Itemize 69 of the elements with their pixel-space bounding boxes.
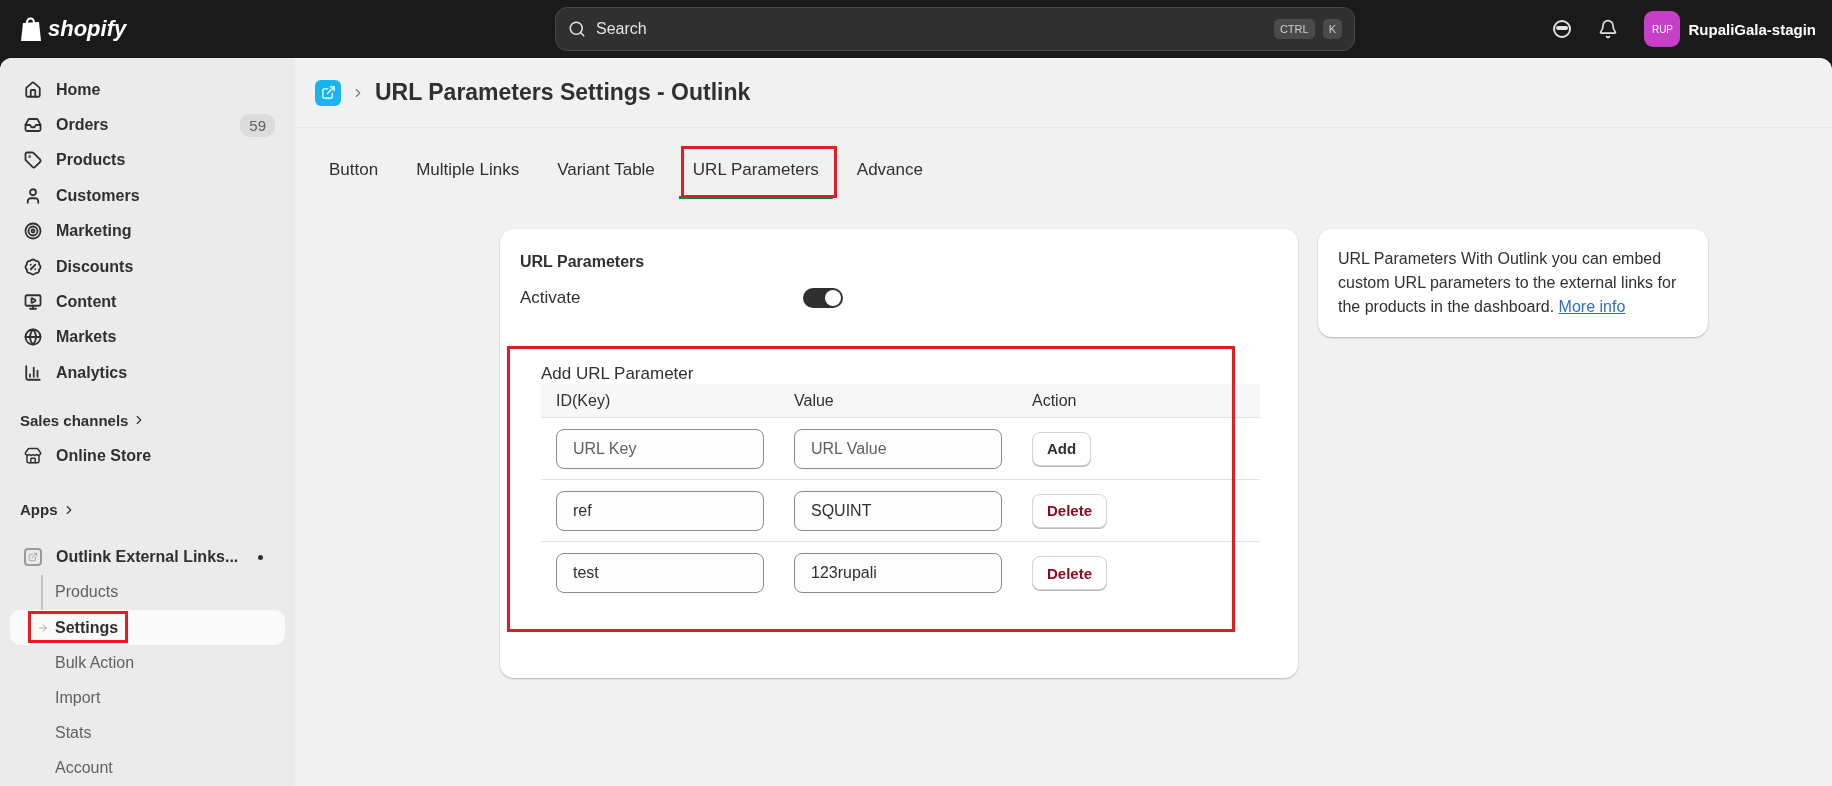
section-heading[interactable]: Sales channels: [10, 402, 285, 439]
tab[interactable]: URL Parameters: [678, 148, 833, 199]
app-icon: [24, 548, 42, 567]
column-header: Action: [1032, 391, 1078, 410]
nav-item[interactable]: Products: [10, 142, 285, 179]
globe-icon: [24, 328, 42, 347]
home-icon: [24, 80, 42, 99]
search-input[interactable]: Search: [594, 19, 1266, 39]
nav-item[interactable]: Markets: [10, 319, 285, 355]
nav-subitem[interactable]: Account: [10, 750, 285, 786]
info-text: URL Parameters With Outlink you can embed custom URL parameters to the external links for the products in the dashboard. More info: [1338, 249, 1678, 317]
section-heading[interactable]: Apps: [10, 491, 285, 528]
search-icon: [568, 20, 586, 38]
delete-button[interactable]: Delete: [1032, 556, 1108, 590]
nav-item[interactable]: Orders 59: [10, 107, 285, 143]
percent-badge-icon: [24, 257, 42, 276]
input-field[interactable]: 123rupali: [794, 553, 1002, 593]
search-field[interactable]: Search CTRL K: [555, 7, 1355, 51]
column-header: ID(Key): [556, 391, 612, 410]
input-field[interactable]: URL Key: [556, 428, 764, 469]
tag-icon: [24, 151, 42, 170]
person-icon: [24, 186, 42, 205]
toggle-label: Activate: [520, 288, 582, 308]
input-field[interactable]: SQUINT: [794, 490, 1002, 531]
input-field[interactable]: test: [556, 553, 764, 593]
store-name[interactable]: RupaliGala-stagin: [1688, 20, 1816, 38]
nav-subitem[interactable]: Stats: [10, 715, 285, 751]
input-field[interactable]: ref: [556, 490, 764, 531]
notifications-icon[interactable]: [1598, 19, 1619, 39]
add-button[interactable]: Add: [1032, 431, 1092, 466]
count-badge: 59: [240, 113, 275, 137]
tab[interactable]: Variant Table: [543, 148, 669, 199]
card-title: URL Parameters: [520, 253, 646, 271]
nav-item[interactable]: Content: [10, 284, 285, 320]
toggle-switch[interactable]: [803, 288, 843, 308]
tab[interactable]: Advance: [842, 148, 937, 199]
storefront-icon: [24, 446, 42, 465]
nav-item[interactable]: Home: [10, 72, 285, 108]
nav-subitem[interactable]: Bulk Action: [10, 645, 285, 681]
section-title: Add URL Parameter: [541, 364, 695, 384]
arrow-right-icon: [37, 621, 49, 634]
nav-subitem[interactable]: Products: [10, 574, 285, 611]
inbox-icon: [24, 116, 42, 135]
column-header: Value: [794, 391, 835, 410]
nav-item[interactable]: Customers: [10, 178, 285, 214]
shortcut-key: K: [1322, 19, 1342, 39]
input-field[interactable]: URL Value: [794, 428, 1002, 469]
nav-subitem[interactable]: Import: [10, 680, 285, 716]
tab[interactable]: Multiple Links: [402, 148, 534, 199]
status-dot: [258, 554, 263, 560]
page-title: URL Parameters Settings - Outlink: [375, 79, 751, 106]
delete-button[interactable]: Delete: [1032, 493, 1108, 528]
bar-chart-icon: [24, 363, 42, 382]
avatar[interactable]: RUP: [1644, 11, 1681, 47]
tree-line: [41, 574, 43, 611]
nav-item[interactable]: Online Store: [10, 438, 285, 474]
tab[interactable]: Button: [315, 148, 393, 199]
nav-item[interactable]: Discounts: [10, 248, 285, 285]
logo[interactable]: shopify: [48, 16, 127, 42]
shopping-bag-icon: [20, 16, 42, 42]
nav-item[interactable]: Marketing: [10, 213, 285, 249]
nav-item[interactable]: Analytics: [10, 355, 285, 391]
more-info-link[interactable]: More info: [1558, 298, 1626, 315]
target-icon: [24, 222, 42, 241]
shortcut-key: CTRL: [1273, 19, 1315, 39]
nav-item[interactable]: Outlink External Links...: [10, 539, 285, 575]
monitor-icon: [24, 292, 42, 311]
app-icon: [315, 79, 341, 106]
nav-subitem[interactable]: Settings: [10, 610, 285, 646]
